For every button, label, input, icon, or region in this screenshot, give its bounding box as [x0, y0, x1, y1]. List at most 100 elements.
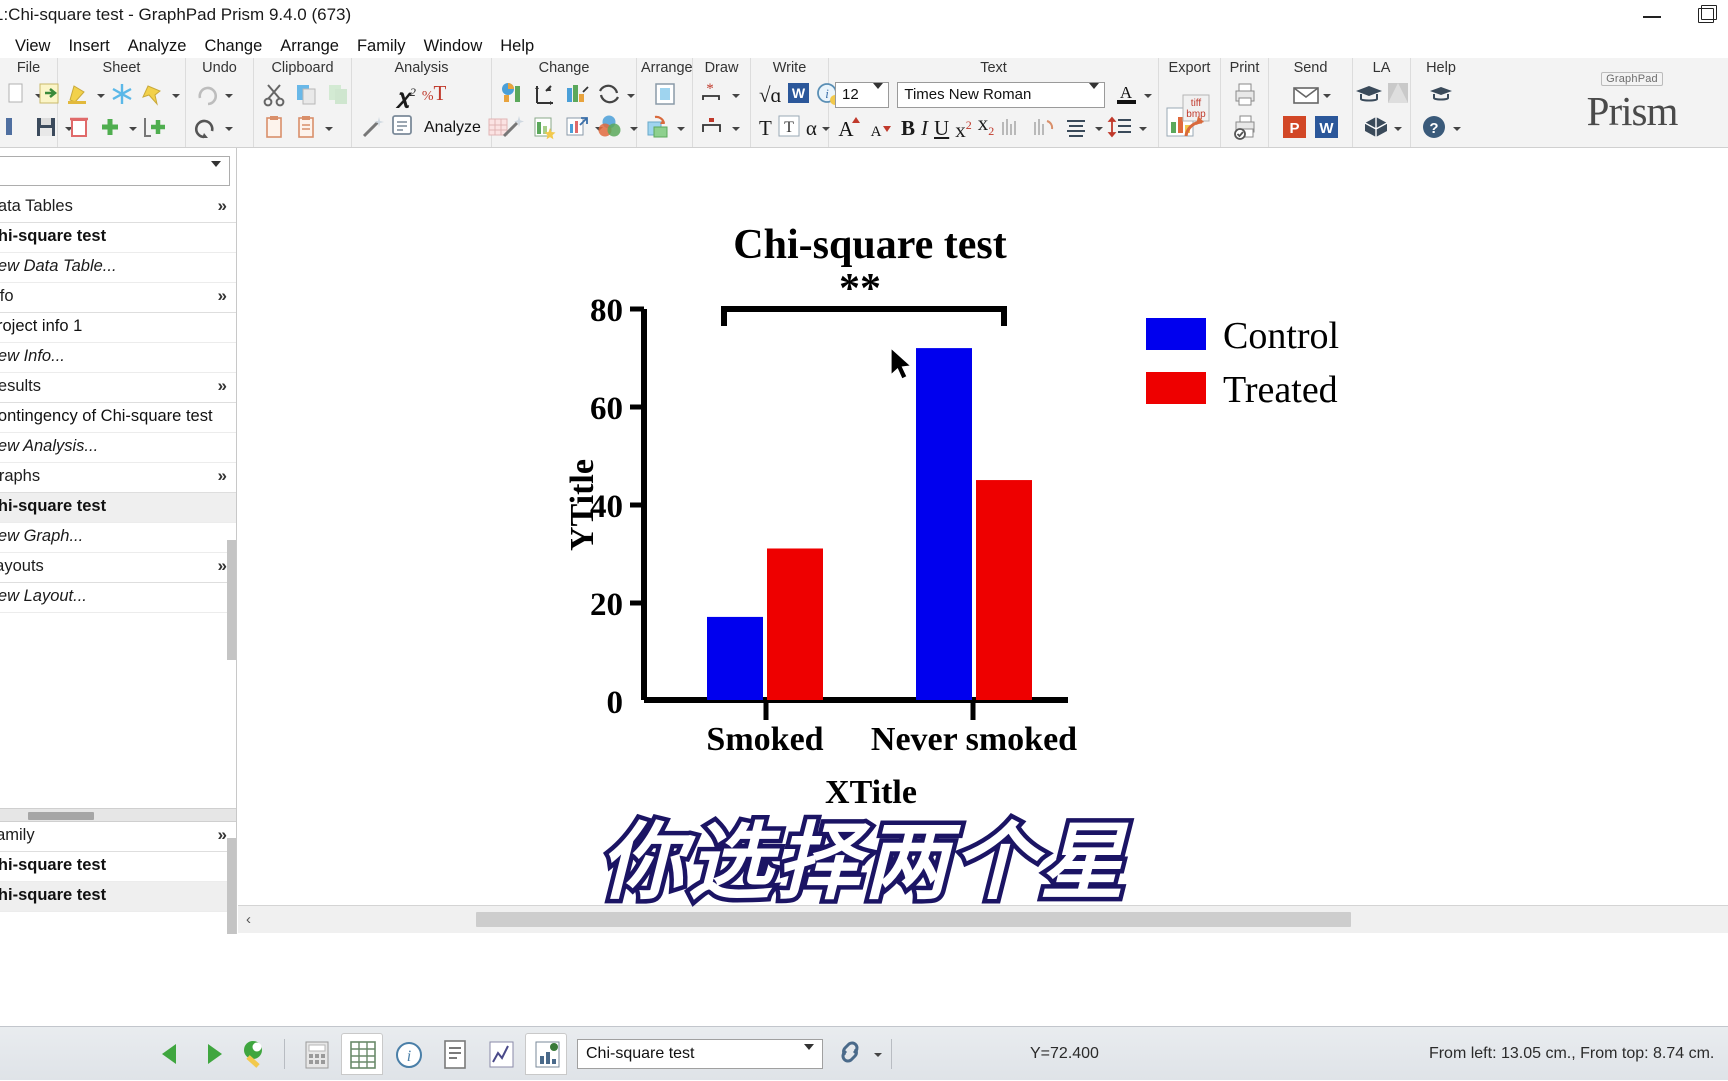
auto-format-icon[interactable]	[498, 113, 528, 142]
sheet-selector-combobox[interactable]: Chi-square test	[577, 1038, 823, 1069]
freeze-icon[interactable]	[107, 80, 137, 109]
underline-icon[interactable]: U	[932, 114, 951, 142]
redo-icon[interactable]	[192, 80, 222, 109]
italic-icon[interactable]: I	[919, 114, 930, 142]
graduation-cap-icon[interactable]	[1353, 80, 1383, 109]
analyze-button[interactable]: Analyze	[390, 113, 481, 142]
nav-section-family[interactable]: Family »	[0, 822, 236, 852]
bring-forward-caret-icon[interactable]	[676, 114, 686, 142]
nav-section-data-tables-expand-icon[interactable]: »	[218, 196, 227, 216]
font-family-combobox[interactable]: Times New Roman	[897, 81, 1106, 108]
pin-icon[interactable]	[139, 80, 169, 109]
bar-control-never-smoked[interactable]	[916, 348, 972, 700]
menu-item-family[interactable]: Family	[348, 35, 415, 58]
color-scheme-icon[interactable]	[597, 113, 627, 142]
print-icon[interactable]	[1230, 80, 1260, 109]
nav-item-new-analysis[interactable]: New Analysis...	[0, 433, 236, 463]
equation-icon[interactable]: √ɑ	[757, 81, 784, 109]
restore-button[interactable]	[1692, 2, 1720, 30]
help-book-icon[interactable]	[1426, 80, 1456, 109]
nav-item-project-info-1[interactable]: Project info 1	[0, 313, 236, 343]
calculator-sheet-button[interactable]	[295, 1033, 337, 1075]
align-text-icon[interactable]	[1062, 113, 1092, 142]
nav-section-family-expand-icon[interactable]: »	[218, 825, 227, 845]
nav-section-graphs[interactable]: Graphs »	[0, 463, 236, 493]
menu-item-help[interactable]: Help	[491, 35, 543, 58]
percent-t-icon[interactable]: %T	[420, 79, 449, 111]
add-sheet-caret-icon[interactable]	[128, 114, 138, 142]
family-vertical-scrollbar[interactable]	[227, 838, 236, 934]
nav-item-contingency-of-chi-square-test[interactable]: Contingency of Chi-square test	[0, 403, 236, 433]
change-graph-type-icon[interactable]	[498, 80, 528, 109]
nav-section-layouts[interactable]: Layouts »	[0, 553, 236, 583]
cube-3d-icon[interactable]	[1361, 113, 1391, 142]
next-sheet-button[interactable]	[194, 1035, 232, 1073]
superscript-icon[interactable]: x2	[953, 111, 974, 144]
increase-font-size-icon[interactable]: A	[835, 113, 865, 142]
text-tool-icon[interactable]: T	[757, 114, 774, 142]
scroll-left-icon[interactable]: ‹	[246, 911, 251, 928]
undo-caret-icon[interactable]	[224, 114, 234, 142]
layout-sheet-button[interactable]	[525, 1032, 567, 1075]
copy-icon[interactable]	[292, 80, 322, 109]
nav-section-info-expand-icon[interactable]: »	[218, 286, 227, 306]
nav-section-results-expand-icon[interactable]: »	[218, 376, 227, 396]
nav-item-new-info[interactable]: New Info...	[0, 343, 236, 373]
family-item-data-table[interactable]: Chi-square test	[0, 852, 236, 882]
pin-caret-icon[interactable]	[171, 81, 179, 109]
bold-icon[interactable]: B	[899, 114, 917, 142]
data-table-sheet-button[interactable]	[341, 1032, 383, 1075]
refresh-caret-icon[interactable]	[626, 81, 635, 109]
color-scheme-caret-icon[interactable]	[629, 114, 638, 142]
highlighter-caret-icon[interactable]	[96, 81, 105, 109]
sheet-horizontal-scrollbar[interactable]: ‹	[238, 905, 1728, 933]
nav-item-graph-chi-square-test[interactable]: Chi-square test	[0, 493, 236, 523]
subscript-icon[interactable]: x2	[976, 109, 997, 145]
line-spacing-caret-icon[interactable]	[1138, 114, 1148, 142]
email-caret-icon[interactable]	[1322, 81, 1332, 109]
navigator-horizontal-scrollbar[interactable]	[0, 808, 236, 822]
resize-caret-icon[interactable]	[594, 114, 603, 142]
frame-icon[interactable]	[650, 80, 680, 109]
nav-item-new-data-table[interactable]: New Data Table...	[0, 253, 236, 283]
minimize-button[interactable]	[1638, 2, 1666, 30]
change-bars-icon[interactable]	[562, 80, 592, 109]
previous-sheet-button[interactable]	[152, 1035, 190, 1073]
navigator-search-box[interactable]	[0, 156, 230, 186]
search-sheet-button[interactable]	[236, 1035, 274, 1073]
align-caret-icon[interactable]	[1094, 114, 1104, 142]
add-sheet-icon[interactable]	[96, 113, 126, 142]
add-annotation-icon[interactable]	[530, 113, 560, 142]
chi-square-analysis-icon[interactable]: 𝛘2	[395, 78, 418, 111]
significance-caret-icon[interactable]	[731, 81, 741, 109]
bracket-caret-icon[interactable]	[731, 114, 741, 142]
info-sheet-button[interactable]: i	[387, 1033, 429, 1075]
greek-caret-icon[interactable]	[821, 114, 832, 142]
sheet-scrollbar-thumb[interactable]	[476, 912, 1351, 927]
add-significance-asterisk-icon[interactable]: *	[699, 80, 729, 109]
print-preview-icon[interactable]	[1230, 113, 1260, 142]
menu-item-window[interactable]: Window	[415, 35, 492, 58]
results-sheet-button[interactable]	[433, 1033, 475, 1075]
nav-item-data-table-chi-square-test[interactable]: Chi-square test	[0, 223, 236, 253]
nav-section-info[interactable]: Info »	[0, 283, 236, 313]
cube-caret-icon[interactable]	[1393, 114, 1403, 142]
redo-caret-icon[interactable]	[224, 81, 234, 109]
paste-special-icon[interactable]	[292, 113, 322, 142]
link-sheet-button[interactable]	[833, 1035, 871, 1073]
cut-icon[interactable]	[260, 80, 290, 109]
nav-section-results[interactable]: Results »	[0, 373, 236, 403]
resize-graph-icon[interactable]	[562, 113, 592, 142]
send-to-powerpoint-icon[interactable]: P	[1280, 113, 1310, 142]
graph-sheet[interactable]: Chi-square test ** 80 60 40 20 0 YTitle	[238, 148, 1728, 905]
bar-treated-smoked[interactable]	[767, 548, 823, 700]
bar-treated-never-smoked[interactable]	[976, 480, 1032, 700]
help-question-icon[interactable]: ?	[1420, 113, 1450, 142]
delete-sheet-icon[interactable]	[64, 113, 94, 142]
navigator-scrollbar-thumb[interactable]	[28, 812, 94, 820]
paste-caret-icon[interactable]	[324, 114, 334, 142]
chi-square-bar-chart[interactable]: Chi-square test ** 80 60 40 20 0 YTitle	[238, 148, 1728, 905]
nav-section-graphs-expand-icon[interactable]: »	[218, 466, 227, 486]
line-spacing-icon[interactable]	[1106, 113, 1136, 142]
nav-section-data-tables[interactable]: Data Tables »	[0, 193, 236, 223]
